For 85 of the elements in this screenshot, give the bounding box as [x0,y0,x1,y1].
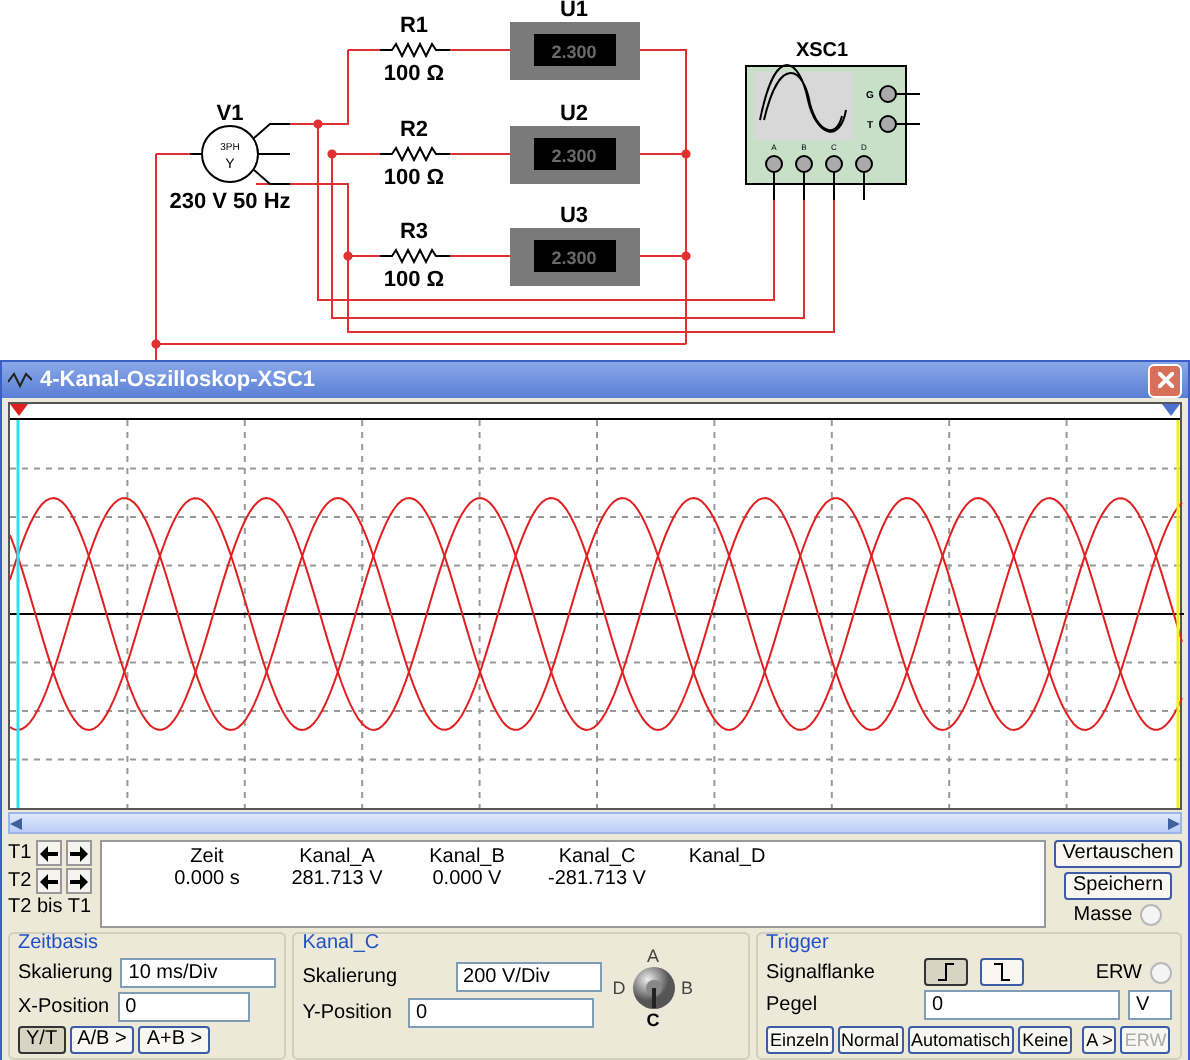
level-field[interactable]: 0 [924,990,1120,1020]
field-label: Signalflanke [766,961,877,983]
scroll-right-icon [1168,817,1180,829]
channel-option[interactable]: C [646,1010,660,1030]
ground-radio[interactable] [1140,904,1163,926]
cursor-right-button[interactable] [65,868,92,894]
table-cell: 281.713 V [291,868,383,890]
field-label: Pegel [766,994,820,1016]
mode-button[interactable]: Y/T [18,1026,66,1054]
component-label: XSC1 [795,40,849,62]
scroll-left-icon [10,817,22,829]
edge-button[interactable] [924,958,968,986]
field-label: Y-Position [302,1001,392,1023]
oscilloscope-icon [8,370,32,390]
trigger-source-button[interactable]: A > [1082,1026,1117,1054]
group-title: Trigger [766,932,829,954]
trigger-mode-button[interactable]: Automatisch [907,1026,1015,1054]
component-label: U1 [559,0,589,22]
ground-label: Masse [1073,904,1133,926]
component-label: R2 [399,118,429,142]
mode-button[interactable]: A/B > [69,1026,135,1054]
component-label: U2 [559,102,589,126]
column-heading: Kanal_C [558,846,636,868]
table-cell: 0.000 s [174,868,240,890]
component-label: R3 [399,220,429,244]
cursor-handle[interactable] [10,404,28,416]
column-heading: Kanal_A [299,846,375,868]
component-value: 100 Ω [383,62,445,86]
table-cell: 0.000 V [432,868,502,890]
close-button[interactable] [1148,363,1182,397]
unit-field[interactable]: V [1128,990,1172,1020]
column-heading: Kanal_B [429,846,505,868]
table-cell: -281.713 V [548,868,646,890]
cursor-left-button[interactable] [35,868,62,894]
mode-button[interactable]: A+B > [138,1026,211,1054]
falling-edge-icon [990,960,1014,984]
channel-option[interactable]: A [647,946,660,966]
voltage-source [189,123,291,185]
edge-button[interactable] [980,958,1024,986]
resistor [379,41,451,59]
resistor [379,247,451,265]
field-label: ERW [1095,961,1142,983]
voltmeter [510,22,640,80]
horizontal-scrollbar[interactable] [8,812,1182,834]
action-button[interactable]: Speichern [1064,872,1172,900]
component-value: 230 V 50 Hz [169,190,291,214]
channel-option[interactable]: B [681,978,694,998]
cursor-label: T2 [8,870,32,892]
meter-reading: 2.300 [551,146,597,166]
cursor-label: T1 [8,842,32,864]
resistor [379,145,451,163]
channel-selector-knob[interactable] [631,966,676,1010]
component-label: R1 [399,14,429,38]
channel-option[interactable]: D [612,978,626,998]
window-title: 4-Kanal-Oszilloskop-XSC1 [40,368,318,392]
position-field[interactable]: 0 [407,997,594,1027]
action-button[interactable]: Vertauschen [1054,840,1182,868]
component-label: V1 [216,102,244,126]
meter-reading: 2.300 [551,248,597,268]
position-field[interactable]: 0 [117,992,250,1022]
component-value: 100 Ω [383,166,445,190]
field-label: Skalierung [18,962,113,984]
field-label: Skalierung [302,965,398,987]
voltmeter [510,228,640,286]
cursor-left-button[interactable] [35,840,62,866]
rising-edge-icon [934,960,958,984]
trigger-mode-button[interactable]: Einzeln [766,1026,834,1054]
trigger-mode-button[interactable]: Keine [1018,1026,1073,1054]
scale-field[interactable]: 200 V/Div [455,961,602,991]
cursor-difference-label: T2 bis T1 [8,896,92,918]
cursor-right-button[interactable] [65,840,92,866]
trigger-mode-button[interactable]: Normal [837,1026,904,1054]
meter-reading: 2.300 [551,42,597,62]
external-radio[interactable] [1150,961,1172,983]
component-value: 100 Ω [383,268,445,292]
field-label: X-Position [18,996,110,1018]
group-title: Kanal_C [302,932,380,954]
scale-field[interactable]: 10 ms/Div [120,958,277,988]
voltmeter [510,126,640,184]
close-icon [1157,372,1173,388]
column-heading: Zeit [190,846,224,868]
cursor-handle[interactable] [1162,404,1180,416]
column-heading: Kanal_D [688,846,766,868]
component-label: U3 [559,204,589,228]
group-title: Zeitbasis [18,932,99,954]
